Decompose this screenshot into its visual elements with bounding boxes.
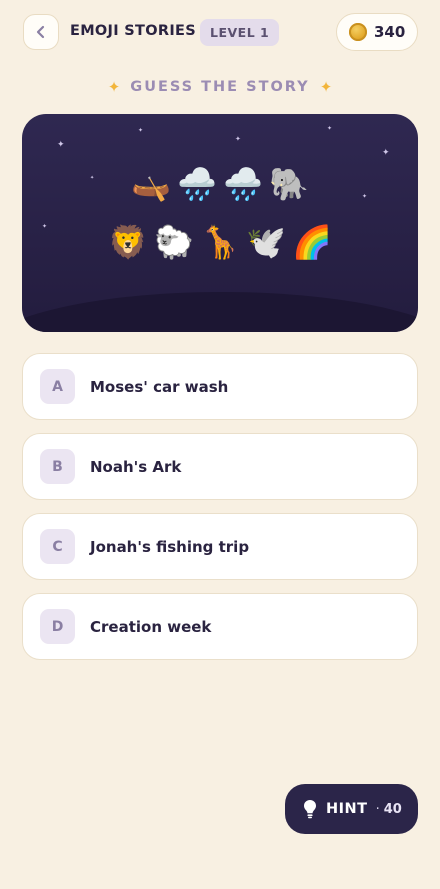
elephant-emoji: 🐘 [269, 165, 309, 203]
level-badge: LEVEL 1 [200, 19, 280, 46]
answer-text: Moses' car wash [90, 377, 229, 396]
answer-option-d[interactable]: D Creation week [22, 593, 418, 660]
hill-decoration [22, 292, 418, 332]
lightbulb-icon [304, 800, 316, 819]
answer-option-a[interactable]: A Moses' car wash [22, 353, 418, 420]
hint-separator: · [375, 801, 380, 817]
coin-icon [349, 23, 367, 41]
sparkle-icon: ✦ [107, 78, 121, 96]
prompt-text: GUESS THE STORY [130, 79, 310, 95]
prompt-heading: ✦ GUESS THE STORY ✦ [0, 78, 440, 96]
star-icon: ✦ [138, 127, 144, 134]
coin-balance[interactable]: 340 [336, 13, 418, 51]
answer-letter: D [40, 609, 75, 644]
answer-text: Jonah's fishing trip [90, 537, 250, 556]
lion-emoji: 🦁 [108, 223, 148, 261]
hint-button[interactable]: HINT · 40 [285, 784, 418, 834]
back-button[interactable] [23, 14, 59, 50]
star-icon: ✦ [327, 125, 333, 132]
dove-emoji: 🕊️ [246, 223, 286, 261]
answer-letter: B [40, 449, 75, 484]
answer-text: Noah's Ark [90, 457, 182, 476]
star-icon: ✦ [57, 140, 65, 150]
game-title: EMOJI STORIES [70, 23, 196, 39]
hint-cost: 40 [383, 801, 402, 817]
canoe-emoji: 🛶 [131, 165, 171, 203]
answer-letter: A [40, 369, 75, 404]
rain-cloud-emoji: 🌧️ [223, 165, 263, 203]
emoji-row-1: 🛶 🌧️ 🌧️ 🐘 [22, 164, 418, 204]
sheep-emoji: 🐑 [154, 223, 194, 261]
hint-label: HINT [326, 801, 368, 817]
answer-option-c[interactable]: C Jonah's fishing trip [22, 513, 418, 580]
chevron-left-icon [36, 25, 45, 39]
rain-cloud-emoji: 🌧️ [177, 165, 217, 203]
coin-count: 340 [374, 23, 406, 41]
rainbow-emoji: 🌈 [292, 223, 332, 261]
emoji-puzzle-card: ✦ ✦ ✦ ✦ ✦ ✦ ✦ ✦ 🛶 🌧️ 🌧️ 🐘 🦁 🐑 🦒 🕊️ 🌈 [22, 114, 418, 332]
top-bar: EMOJI STORIES LEVEL 1 340 [0, 0, 440, 66]
answer-letter: C [40, 529, 75, 564]
sparkle-icon: ✦ [319, 78, 333, 96]
answer-text: Creation week [90, 617, 212, 636]
star-icon: ✦ [382, 148, 390, 158]
answer-option-b[interactable]: B Noah's Ark [22, 433, 418, 500]
star-icon: ✦ [235, 135, 241, 143]
giraffe-emoji: 🦒 [200, 223, 240, 261]
emoji-row-2: 🦁 🐑 🦒 🕊️ 🌈 [22, 222, 418, 262]
